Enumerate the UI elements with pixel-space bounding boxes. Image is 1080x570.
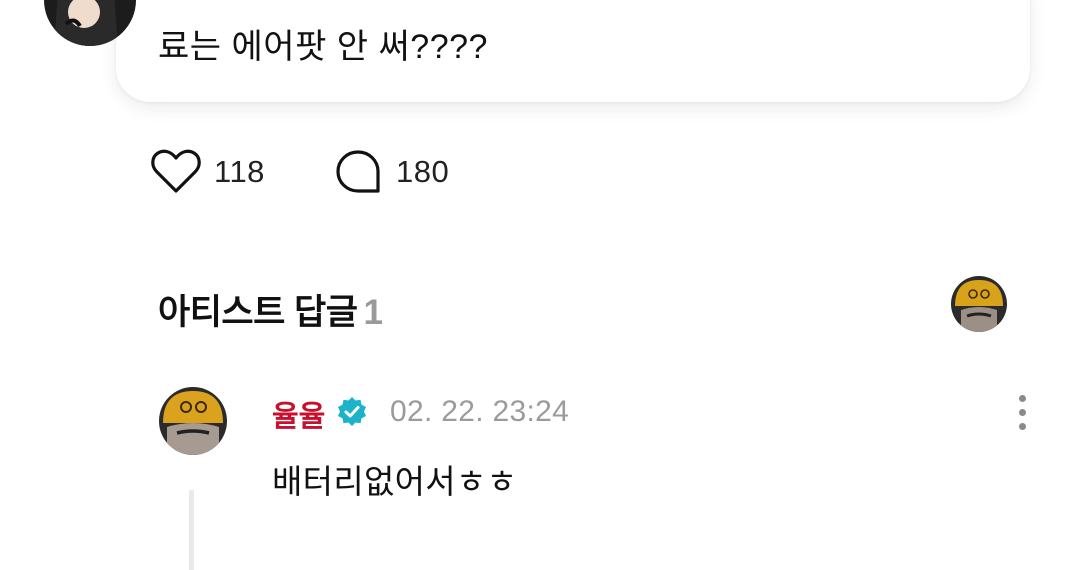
speech-bubble-icon [334,148,382,196]
thread-line [189,490,194,570]
comment-count: 180 [396,154,450,189]
artist-avatar[interactable] [951,276,1007,332]
artist-replies-heading: 아티스트 답글 1 [158,284,383,335]
more-dot [1018,394,1026,402]
reply-text: 배터리없어서ㅎㅎ [272,463,518,500]
artist-replies-title: 아티스트 답글 [158,293,358,332]
like-button[interactable]: 118 [150,146,265,198]
verified-badge-icon [336,396,368,428]
reply-timestamp: 02. 22. 23:24 [390,395,570,428]
heart-outline-icon [150,149,202,195]
comment-button[interactable]: 180 [334,146,449,198]
artist-replies-count: 1 [363,293,383,332]
like-count: 118 [214,154,265,189]
reply-author-avatar[interactable] [159,387,227,455]
more-dot [1018,422,1026,430]
reply-author-name[interactable]: 율율 [272,393,325,435]
post-text: 료는 에어팟 안 써???? [158,28,488,66]
more-dot [1018,408,1026,416]
more-vertical-icon[interactable] [1006,388,1038,436]
